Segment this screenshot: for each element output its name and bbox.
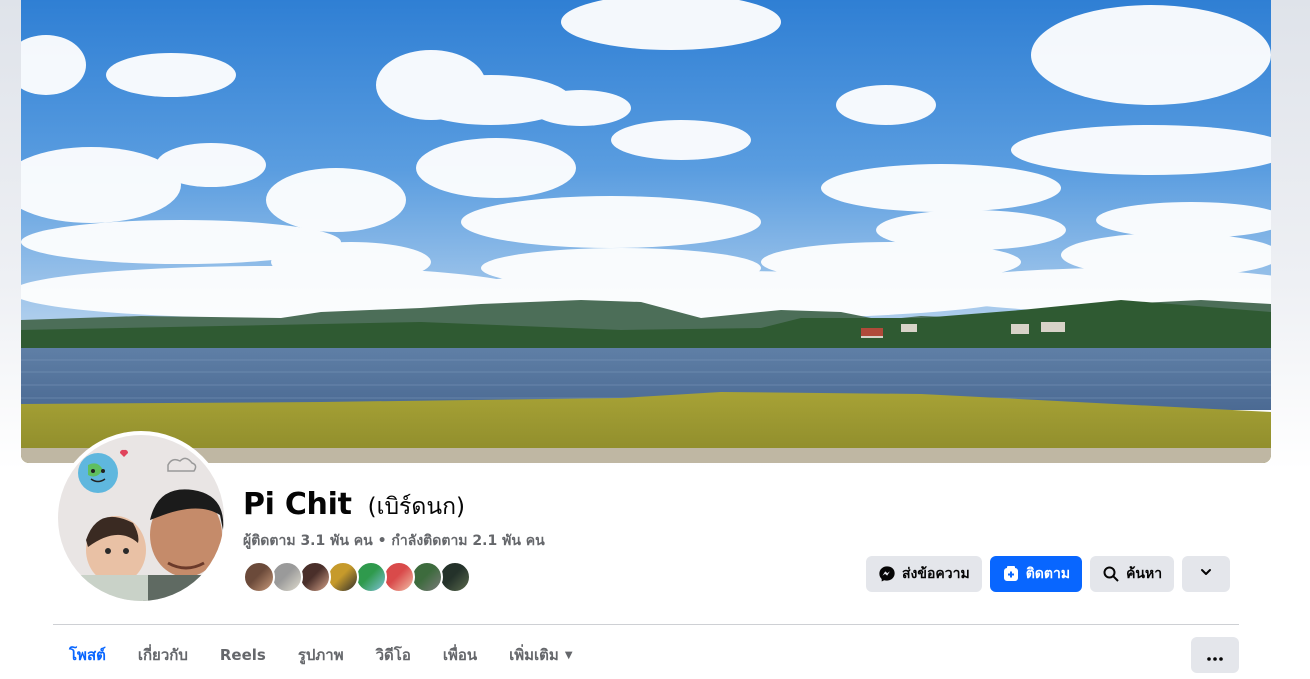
caret-down-icon: ▼ (564, 649, 573, 661)
tab-item[interactable]: เกี่ยวกับ (122, 637, 204, 673)
profile-name: Pi Chit (243, 487, 352, 522)
message-button-label: ส่งข้อความ (902, 566, 970, 582)
profile-alternate-name: (เบิร์ดนก) (367, 494, 465, 520)
tab-item[interactable]: วิดีโอ (360, 637, 427, 673)
friend-avatar[interactable] (355, 561, 387, 593)
friend-avatar[interactable] (327, 561, 359, 593)
tab-label: โพสต์ (69, 646, 106, 664)
more-options-button[interactable] (1191, 637, 1239, 673)
profile-dropdown-button[interactable] (1182, 556, 1231, 592)
friend-avatar[interactable] (439, 561, 471, 593)
profile-tabs: โพสต์ เกี่ยวกับ Reels รูปภาพ วิดีโอ เพื่อน เพิ… (53, 637, 589, 673)
tab-item[interactable]: Reels (204, 637, 282, 673)
friend-avatar[interactable] (411, 561, 443, 593)
friend-avatar[interactable] (271, 561, 303, 593)
section-divider (53, 624, 1239, 625)
tab-item[interactable]: โพสต์ (53, 637, 122, 673)
tab-item[interactable]: เพิ่มเติม ▼ (493, 637, 588, 673)
follow-button[interactable]: ติดตาม (989, 556, 1083, 592)
follow-button-label: ติดตาม (1025, 566, 1071, 582)
friend-avatar-list (243, 561, 471, 593)
tab-item[interactable]: เพื่อน (427, 637, 493, 673)
cover-photo[interactable] (21, 0, 1271, 463)
tab-label: เพื่อน (442, 646, 478, 664)
ellipsis-icon (1207, 646, 1223, 665)
tab-label: Reels (219, 646, 266, 664)
profile-actions: ส่งข้อความ ติดตาม ค้นหา (866, 556, 1231, 592)
friend-avatar[interactable] (383, 561, 415, 593)
follower-stats[interactable]: ผู้ติดตาม 3.1 พัน คน • กำลังติดตาม 2.1 พ… (243, 530, 545, 552)
follow-plus-icon (1002, 565, 1020, 583)
messenger-icon (878, 565, 896, 583)
profile-picture[interactable] (54, 431, 228, 605)
tab-label: รูปภาพ (297, 646, 344, 664)
message-button[interactable]: ส่งข้อความ (866, 556, 982, 592)
tab-item[interactable]: รูปภาพ (282, 637, 360, 673)
search-button[interactable]: ค้นหา (1090, 556, 1175, 592)
tab-label: เพิ่มเติม (509, 646, 559, 664)
friend-avatar[interactable] (299, 561, 331, 593)
search-icon (1102, 565, 1120, 583)
chevron-down-icon (1199, 565, 1213, 583)
friend-avatar[interactable] (243, 561, 275, 593)
tab-label: เกี่ยวกับ (137, 646, 188, 664)
tab-label: วิดีโอ (375, 646, 411, 664)
profile-name-row: Pi Chit (เบิร์ดนก) (243, 487, 465, 525)
search-button-label: ค้นหา (1126, 566, 1163, 582)
